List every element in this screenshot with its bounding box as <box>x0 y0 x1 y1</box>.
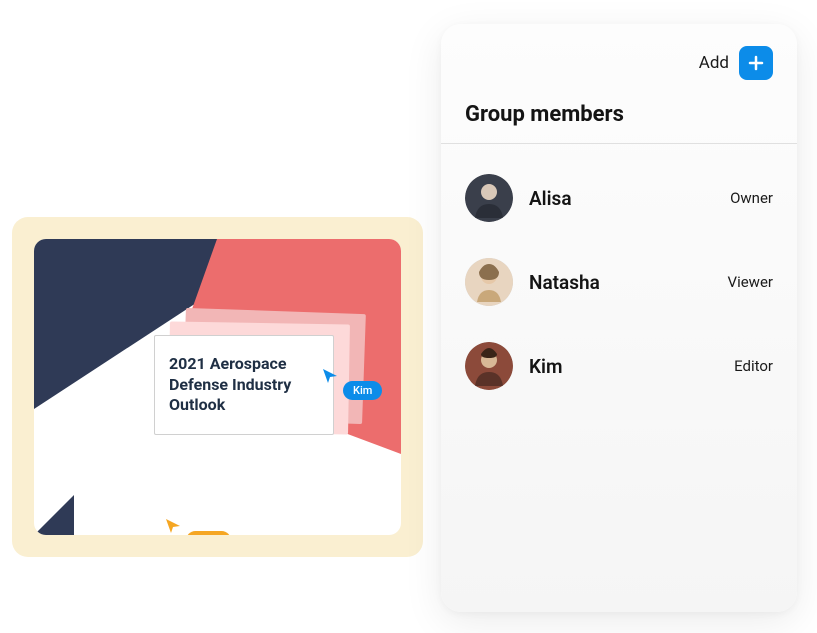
members-panel: Add Group members Alisa Owner <box>441 24 797 612</box>
member-name: Alisa <box>529 187 730 210</box>
member-list: Alisa Owner Natasha Viewer <box>441 144 797 408</box>
panel-title: Group members <box>441 80 797 143</box>
cursor-label-kim: Kim <box>343 381 382 400</box>
member-name: Kim <box>529 355 734 378</box>
plus-icon <box>747 54 765 72</box>
avatar <box>465 342 513 390</box>
avatar <box>465 258 513 306</box>
avatar <box>465 174 513 222</box>
member-role: Viewer <box>728 273 773 291</box>
member-role: Owner <box>730 189 773 207</box>
collaborator-cursor-alisa: Alisa <box>164 517 231 535</box>
canvas-document[interactable]: 2021 Aerospace Defense Industry Outlook … <box>34 239 401 535</box>
add-member-button[interactable] <box>739 46 773 80</box>
document-title: 2021 Aerospace Defense Industry Outlook <box>169 354 319 416</box>
cursor-icon <box>164 517 182 535</box>
collaborator-cursor-kim: Kim <box>321 367 382 400</box>
cursor-icon <box>321 367 339 385</box>
cursor-label-alisa: Alisa <box>186 531 231 535</box>
member-row[interactable]: Kim Editor <box>465 324 773 408</box>
add-member-row: Add <box>441 46 797 80</box>
canvas-panel: 2021 Aerospace Defense Industry Outlook … <box>12 217 423 557</box>
document-card[interactable]: 2021 Aerospace Defense Industry Outlook <box>154 335 334 435</box>
add-label: Add <box>699 53 729 73</box>
member-name: Natasha <box>529 271 728 294</box>
decorative-corner-dark <box>34 495 74 535</box>
member-row[interactable]: Alisa Owner <box>465 156 773 240</box>
member-role: Editor <box>734 357 773 375</box>
member-row[interactable]: Natasha Viewer <box>465 240 773 324</box>
